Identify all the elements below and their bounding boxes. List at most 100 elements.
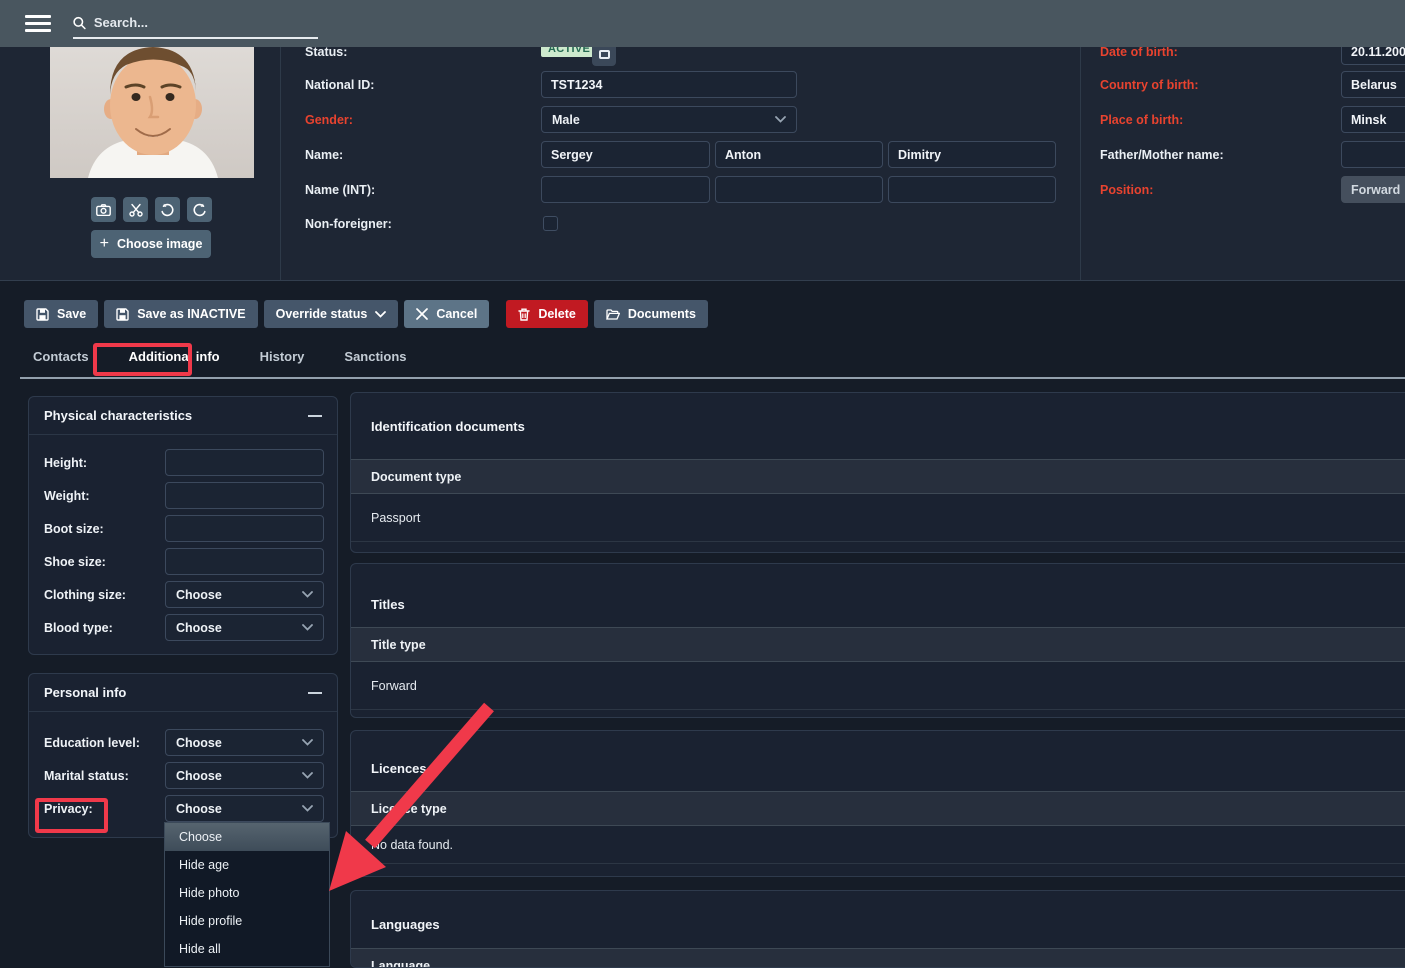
- menu-icon[interactable]: [25, 15, 51, 32]
- education-level-label: Education level:: [44, 736, 140, 750]
- weight-input[interactable]: [165, 482, 324, 509]
- weight-label: Weight:: [44, 489, 90, 503]
- status-label: Status:: [305, 45, 347, 59]
- chevron-down-icon: [775, 116, 786, 123]
- non-foreigner-label: Non-foreigner:: [305, 217, 392, 231]
- search-icon: [73, 16, 86, 30]
- tab-bar: Contacts Additional info History Sanctio…: [33, 349, 407, 364]
- search-input[interactable]: [94, 15, 318, 30]
- place-of-birth-input[interactable]: [1341, 106, 1405, 133]
- personal-info-panel: Personal info Education level: Choose Ma…: [28, 673, 338, 838]
- close-icon: [416, 308, 428, 320]
- tab-history[interactable]: History: [260, 349, 305, 364]
- name-int-middle-input[interactable]: [715, 176, 883, 203]
- table-row[interactable]: Passport: [351, 494, 1405, 542]
- shoe-size-input[interactable]: [165, 548, 324, 575]
- tab-contacts[interactable]: Contacts: [33, 349, 89, 364]
- dropdown-option-hide-profile[interactable]: Hide profile: [165, 907, 329, 935]
- dropdown-option-hide-all[interactable]: Hide all: [165, 935, 329, 963]
- action-buttons: Save Save as INACTIVE Override status Ca…: [24, 300, 708, 328]
- panel-title: Personal info: [44, 685, 126, 700]
- plus-icon: +: [100, 235, 109, 253]
- gender-label: Gender:: [305, 113, 353, 127]
- save-button[interactable]: Save: [24, 300, 98, 328]
- stop-square-icon: [599, 50, 610, 59]
- gender-select[interactable]: Male: [541, 106, 797, 133]
- height-input[interactable]: [165, 449, 324, 476]
- column-header: Document type: [351, 459, 1405, 494]
- country-of-birth-input[interactable]: [1341, 71, 1405, 98]
- position-input: [1341, 176, 1405, 203]
- titles-card: Titles Title type Forward: [350, 563, 1405, 718]
- boot-size-label: Boot size:: [44, 522, 104, 536]
- name-int-label: Name (INT):: [305, 183, 375, 197]
- folder-open-icon: [606, 309, 620, 320]
- camera-icon[interactable]: [91, 197, 116, 222]
- documents-button[interactable]: Documents: [594, 300, 708, 328]
- country-of-birth-label: Country of birth:: [1100, 78, 1199, 92]
- table-row[interactable]: Forward: [351, 662, 1405, 710]
- marital-status-label: Marital status:: [44, 769, 129, 783]
- profile-photo-image: [50, 33, 254, 178]
- override-status-button[interactable]: Override status: [264, 300, 399, 328]
- clothing-size-select[interactable]: Choose: [165, 581, 324, 608]
- marital-status-select[interactable]: Choose: [165, 762, 324, 789]
- collapse-icon[interactable]: [308, 415, 322, 417]
- chevron-down-icon: [375, 311, 386, 318]
- choose-image-button[interactable]: + Choose image: [91, 230, 211, 258]
- languages-card: Languages Language: [350, 890, 1405, 968]
- column-header: Licence type: [351, 791, 1405, 826]
- position-label: Position:: [1100, 183, 1153, 197]
- profile-photo: [50, 33, 254, 178]
- national-id-input[interactable]: [541, 71, 797, 98]
- tab-additional-info[interactable]: Additional info: [129, 349, 220, 364]
- panel-title: Physical characteristics: [44, 408, 192, 423]
- save-icon: [36, 308, 49, 321]
- father-mother-name-input[interactable]: [1341, 141, 1405, 168]
- section-title: Licences: [351, 761, 427, 776]
- dropdown-option-hide-age[interactable]: Hide age: [165, 851, 329, 879]
- photo-toolbar: [91, 197, 212, 222]
- empty-row: No data found.: [351, 826, 1405, 864]
- name-middle-input[interactable]: [715, 141, 883, 168]
- tab-sanctions[interactable]: Sanctions: [344, 349, 406, 364]
- name-last-input[interactable]: [888, 141, 1056, 168]
- name-int-first-input[interactable]: [541, 176, 710, 203]
- name-int-last-input[interactable]: [888, 176, 1056, 203]
- top-bar: [0, 0, 1405, 47]
- shoe-size-label: Shoe size:: [44, 555, 106, 569]
- dropdown-option-hide-photo[interactable]: Hide photo: [165, 879, 329, 907]
- search-field: [73, 9, 318, 39]
- column-divider: [1080, 47, 1081, 280]
- education-level-select[interactable]: Choose: [165, 729, 324, 756]
- rotate-right-icon[interactable]: [187, 197, 212, 222]
- boot-size-input[interactable]: [165, 515, 324, 542]
- height-label: Height:: [44, 456, 87, 470]
- name-first-input[interactable]: [541, 141, 710, 168]
- delete-button[interactable]: Delete: [506, 300, 588, 328]
- non-foreigner-checkbox[interactable]: [543, 216, 558, 231]
- trash-icon: [518, 308, 530, 321]
- choose-image-label: Choose image: [117, 237, 202, 251]
- section-title: Identification documents: [351, 419, 525, 434]
- privacy-label: Privacy:: [44, 802, 93, 816]
- section-title: Titles: [351, 597, 405, 612]
- chevron-down-icon: [302, 805, 313, 812]
- clothing-size-label: Clothing size:: [44, 588, 126, 602]
- rotate-left-icon[interactable]: [155, 197, 180, 222]
- tab-underline: [20, 377, 1405, 379]
- privacy-dropdown-menu: Choose Hide age Hide photo Hide profile …: [164, 822, 330, 967]
- crop-scissors-icon[interactable]: [123, 197, 148, 222]
- blood-type-select[interactable]: Choose: [165, 614, 324, 641]
- dropdown-option-choose[interactable]: Choose: [165, 823, 329, 851]
- collapse-icon[interactable]: [308, 692, 322, 694]
- column-divider: [280, 47, 281, 280]
- chevron-down-icon: [302, 772, 313, 779]
- national-id-label: National ID:: [305, 78, 374, 92]
- licences-card: Licences Licence type No data found.: [350, 730, 1405, 877]
- blood-type-label: Blood type:: [44, 621, 113, 635]
- privacy-select[interactable]: Choose: [165, 795, 324, 822]
- save-as-inactive-button[interactable]: Save as INACTIVE: [104, 300, 257, 328]
- cancel-button[interactable]: Cancel: [404, 300, 489, 328]
- column-header: Title type: [351, 627, 1405, 662]
